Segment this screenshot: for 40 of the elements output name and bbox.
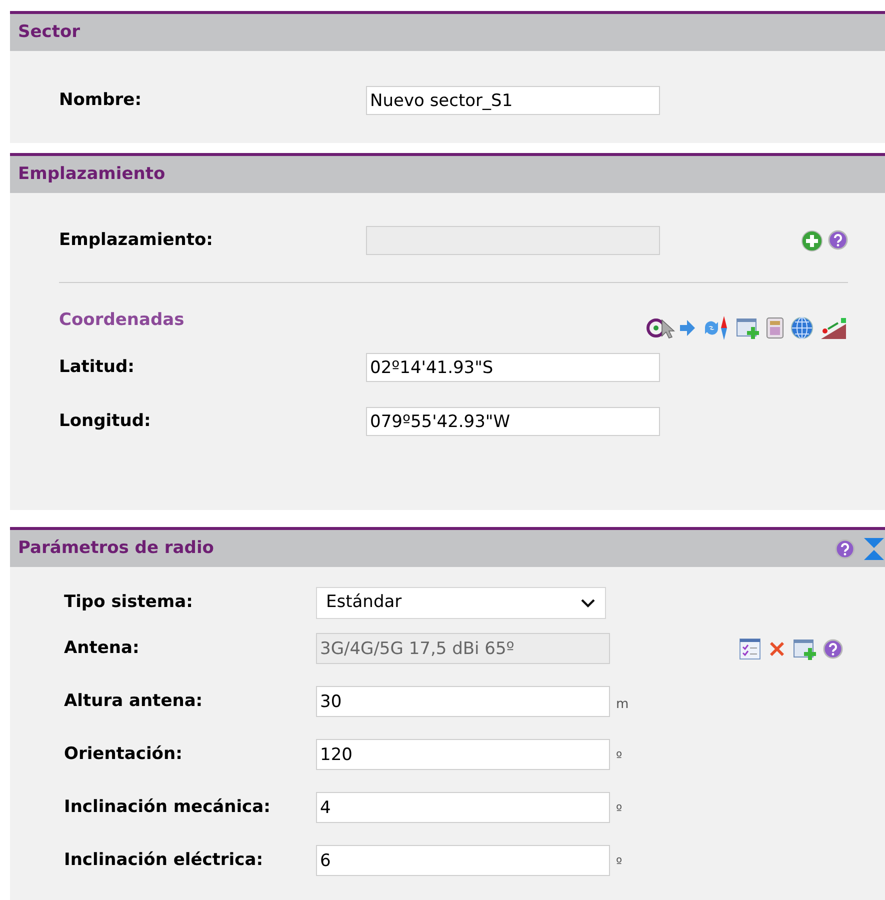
- section-title: Sector: [18, 20, 80, 44]
- globe-icon[interactable]: [790, 316, 814, 340]
- field-label: Tipo sistema:: [63, 591, 194, 614]
- field-label: Longitud:: [59, 410, 152, 433]
- unit-label: º: [616, 854, 622, 873]
- form-add-icon[interactable]: [736, 317, 760, 339]
- subsection-title: Coordenadas: [59, 309, 184, 332]
- text-field[interactable]: 6: [316, 845, 610, 876]
- field-label: Emplazamiento:: [59, 228, 214, 252]
- field-label: Nombre:: [59, 88, 143, 112]
- sync-compass-icon[interactable]: [702, 315, 730, 341]
- field-label: Altura antena:: [63, 690, 204, 713]
- target-cursor-icon[interactable]: [646, 316, 696, 340]
- field-label: Inclinación mecánica:: [63, 796, 272, 819]
- section-title: Parámetros de radio: [18, 536, 214, 560]
- unit-label: º: [616, 748, 622, 767]
- text-field[interactable]: 079º55'42.93"W: [366, 407, 660, 436]
- help-icon[interactable]: [823, 638, 843, 658]
- form-add-icon[interactable]: [793, 638, 817, 660]
- collapse-icon[interactable]: [863, 536, 885, 560]
- slope-chart-icon[interactable]: [820, 316, 848, 340]
- text-field[interactable]: 120: [316, 739, 610, 770]
- help-icon[interactable]: [828, 230, 848, 250]
- text-field[interactable]: 30: [316, 686, 610, 717]
- calculator-icon[interactable]: [766, 317, 784, 339]
- text-field[interactable]: 4: [316, 792, 610, 823]
- help-icon[interactable]: [835, 538, 855, 558]
- text-field[interactable]: 02º14'41.93"S: [366, 353, 660, 382]
- field-label: Antena:: [63, 636, 140, 660]
- unit-label: º: [616, 802, 622, 820]
- field-label: Inclinación eléctrica:: [63, 848, 264, 872]
- text-field[interactable]: Nuevo sector_S1: [366, 86, 660, 115]
- checklist-icon[interactable]: [739, 638, 761, 660]
- field-label: Latitud:: [59, 356, 136, 379]
- unit-label: m: [616, 696, 629, 714]
- add-icon[interactable]: [801, 230, 823, 252]
- section-title: Emplazamiento: [18, 162, 166, 186]
- chevron-down-icon: [581, 598, 595, 608]
- field-label: Orientación:: [63, 742, 184, 766]
- select-dropdown[interactable]: Estándar: [316, 587, 606, 619]
